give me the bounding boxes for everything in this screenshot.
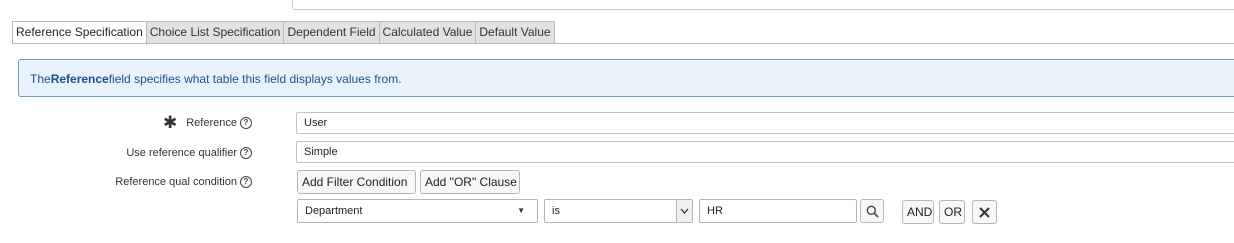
help-icon[interactable]: ? — [240, 147, 252, 159]
reference-label: Reference — [186, 117, 237, 129]
qualifier-label-row: Use reference qualifier ? — [126, 147, 252, 159]
tab-default-value[interactable]: Default Value — [476, 21, 555, 44]
remove-condition-button[interactable] — [972, 200, 997, 224]
help-icon[interactable]: ? — [240, 117, 252, 129]
filter-operator-value: is — [552, 205, 560, 217]
tab-reference-specification[interactable]: Reference Specification — [12, 21, 147, 45]
info-message: TheReferencefield specifies what table t… — [18, 59, 1234, 97]
filter-operator-select[interactable]: is — [544, 199, 693, 223]
info-prefix: The — [30, 72, 51, 86]
chevron-down-icon — [676, 200, 692, 222]
previous-field-input[interactable] — [292, 0, 1234, 10]
reference-qualifier-field[interactable]: Simple — [296, 141, 1234, 163]
help-icon[interactable]: ? — [240, 176, 252, 188]
filter-value-input[interactable]: HR — [699, 199, 857, 223]
condition-label: Reference qual condition — [115, 176, 237, 188]
condition-label-row: Reference qual condition ? — [115, 176, 252, 188]
tab-calculated-value[interactable]: Calculated Value — [379, 21, 477, 44]
filter-field-select[interactable]: Department ▼ — [297, 199, 538, 223]
dropdown-caret-icon: ▼ — [517, 206, 525, 215]
info-message-text: TheReferencefield specifies what table t… — [30, 72, 402, 86]
filter-field-value: Department — [305, 205, 363, 217]
tab-strip: Reference Specification Choice List Spec… — [12, 21, 555, 45]
reference-label-row: ✱ Reference ? — [162, 113, 252, 132]
tab-divider — [12, 43, 1234, 44]
reference-field[interactable]: User — [296, 112, 1234, 134]
mandatory-icon: ✱ — [162, 113, 178, 132]
tab-choice-list-specification[interactable]: Choice List Specification — [146, 21, 285, 44]
search-button[interactable] — [860, 199, 884, 223]
add-filter-condition-button[interactable]: Add Filter Condition — [297, 170, 416, 194]
tab-dependent-field[interactable]: Dependent Field — [284, 21, 380, 44]
and-button[interactable]: AND — [902, 200, 934, 224]
info-bold: Reference — [50, 72, 109, 86]
add-or-clause-button[interactable]: Add "OR" Clause — [420, 170, 520, 194]
search-icon — [866, 205, 879, 218]
info-suffix: field specifies what table this field di… — [108, 72, 402, 86]
or-button[interactable]: OR — [939, 200, 965, 224]
qualifier-label: Use reference qualifier — [126, 147, 237, 159]
close-icon — [979, 206, 990, 218]
